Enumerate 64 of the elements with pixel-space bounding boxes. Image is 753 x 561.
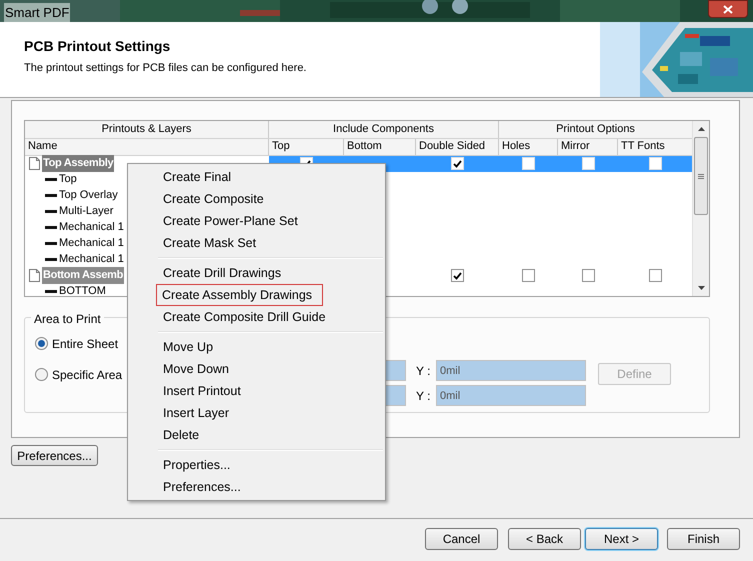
menu-item[interactable]: Create Composite Drill Guide	[130, 306, 383, 328]
menu-item[interactable]: Delete	[130, 424, 383, 446]
input-field[interactable]: 0mil	[436, 385, 586, 406]
page-icon	[28, 269, 41, 282]
scroll-down-icon[interactable]	[698, 286, 704, 290]
tree-item[interactable]: Mechanical 1	[59, 251, 124, 268]
page-subtitle: The printout settings for PCB files can be configured here.	[24, 61, 306, 76]
layer-icon	[45, 194, 57, 197]
menu-item[interactable]: Create Power-Plane Set	[130, 210, 383, 232]
tree-item[interactable]: Multi-Layer	[59, 203, 114, 220]
radio-button[interactable]	[35, 368, 48, 381]
checkbox[interactable]	[451, 269, 464, 282]
column-header[interactable]: Holes	[499, 138, 558, 154]
menu-item[interactable]: Create Final	[130, 166, 383, 188]
checkbox[interactable]	[582, 269, 594, 282]
menu-item[interactable]: Preferences...	[130, 476, 383, 498]
menu-item[interactable]: Insert Printout	[130, 380, 383, 402]
column-header[interactable]: Mirror	[558, 138, 618, 154]
column-header[interactable]: Name	[25, 138, 269, 154]
scrollbar-thumb[interactable]	[694, 137, 708, 215]
column-header[interactable]: TT Fonts	[618, 138, 692, 154]
column-group-header[interactable]: Printouts & Layers	[25, 121, 269, 138]
tree-item[interactable]: Top	[59, 171, 77, 188]
tree-item[interactable]: BOTTOM	[59, 283, 106, 296]
radio-label: Entire Sheet	[52, 336, 118, 352]
layer-icon	[45, 210, 57, 213]
dialog-button[interactable]: < Back	[508, 528, 581, 550]
column-header[interactable]: Double Sided	[416, 138, 499, 154]
tree-item[interactable]: Mechanical 1	[59, 235, 124, 252]
dialog-button[interactable]: Finish	[667, 528, 740, 550]
layer-icon	[45, 290, 57, 293]
menu-item[interactable]: Insert Layer	[130, 402, 383, 424]
menu-item[interactable]: Properties...	[130, 454, 383, 476]
layer-icon	[45, 258, 57, 261]
menu-item[interactable]: Create Assembly Drawings	[156, 284, 323, 306]
page-icon	[28, 157, 41, 170]
preferences-button[interactable]: Preferences...	[11, 445, 98, 466]
radio-label: Specific Area	[52, 366, 122, 384]
field-label: Y :	[416, 388, 432, 404]
input-field[interactable]: 0mil	[436, 360, 586, 381]
field-label: Y :	[416, 362, 432, 380]
scroll-up-icon[interactable]	[698, 127, 704, 131]
scrollbar[interactable]	[692, 121, 709, 296]
menu-item[interactable]: Create Drill Drawings	[130, 262, 383, 284]
tree-item[interactable]: Top Assembly	[42, 155, 114, 172]
page-title: PCB Printout Settings	[24, 37, 170, 56]
checkbox[interactable]	[649, 269, 662, 282]
column-group-header[interactable]: Printout Options	[499, 121, 692, 138]
layer-icon	[45, 178, 57, 181]
tree-item[interactable]: Top Overlay	[59, 187, 118, 204]
layer-icon	[45, 226, 57, 229]
menu-item[interactable]: Create Composite	[130, 188, 383, 210]
menu-item[interactable]: Move Down	[130, 358, 383, 380]
menu-item[interactable]: Move Up	[130, 336, 383, 358]
dialog-button[interactable]: Cancel	[425, 528, 498, 550]
checkbox[interactable]	[522, 269, 535, 282]
column-header[interactable]: Bottom	[344, 138, 416, 154]
radio-button[interactable]	[35, 337, 48, 350]
tree-item[interactable]: Mechanical 1	[59, 219, 124, 236]
dialog-button[interactable]: Next >	[585, 528, 658, 550]
column-group-header[interactable]: Include Components	[269, 121, 499, 138]
layer-icon	[45, 242, 57, 245]
menu-item[interactable]: Create Mask Set	[130, 232, 383, 254]
column-header[interactable]: Top	[269, 138, 344, 154]
